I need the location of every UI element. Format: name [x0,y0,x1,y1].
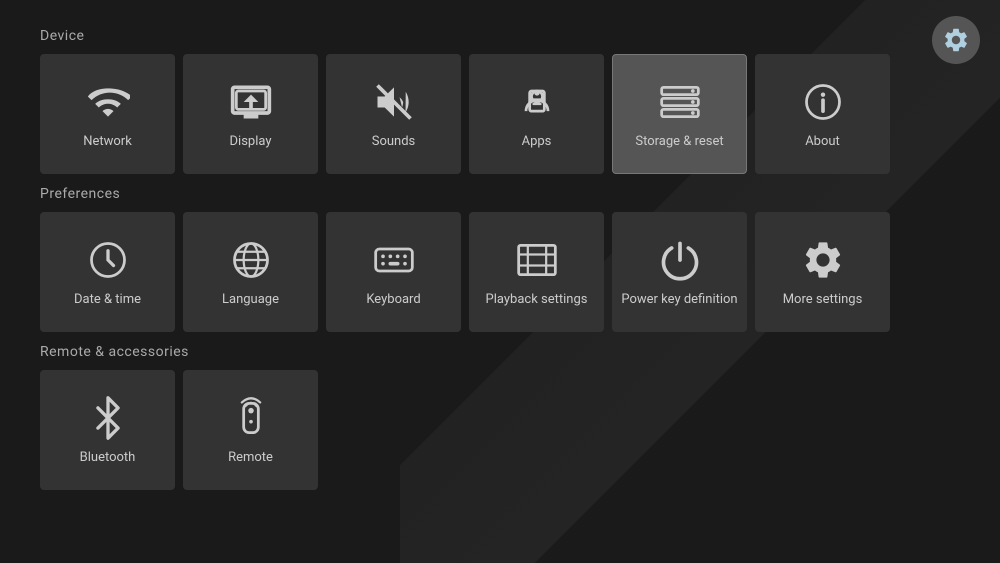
playback-icon [513,236,561,284]
tile-display-label: Display [230,134,272,150]
tile-power-key-label: Power key definition [621,292,737,308]
remote-tiles-row: Bluetooth Remote [40,370,960,490]
tile-display[interactable]: Display [183,54,318,174]
tile-power-key[interactable]: Power key definition [612,212,747,332]
tile-playback-label: Playback settings [486,292,588,308]
tile-network-label: Network [83,134,132,150]
sounds-icon [370,78,418,126]
gear-icon [942,26,970,54]
tile-storage-label: Storage & reset [635,134,723,150]
tile-remote-label: Remote [228,450,273,466]
tile-keyboard-label: Keyboard [366,292,420,308]
tile-more-settings-label: More settings [783,292,863,308]
bluetooth-icon [84,394,132,442]
clock-icon [84,236,132,284]
tile-storage-reset[interactable]: Storage & reset [612,54,747,174]
tile-language[interactable]: Language [183,212,318,332]
tile-language-label: Language [222,292,279,308]
keyboard-icon [370,236,418,284]
tile-bluetooth[interactable]: Bluetooth [40,370,175,490]
tile-about-label: About [805,134,840,150]
tile-date-time[interactable]: Date & time [40,212,175,332]
more-settings-icon [799,236,847,284]
power-icon [656,236,704,284]
wifi-icon [84,78,132,126]
tile-bluetooth-label: Bluetooth [80,450,136,466]
settings-gear-button[interactable] [932,16,980,64]
section-label-remote: Remote & accessories [40,344,960,360]
tile-date-time-label: Date & time [74,292,141,308]
about-icon [799,78,847,126]
globe-icon [227,236,275,284]
tile-sounds-label: Sounds [372,134,416,150]
tile-about[interactable]: About [755,54,890,174]
tile-apps[interactable]: Apps [469,54,604,174]
remote-icon [227,394,275,442]
tile-more-settings[interactable]: More settings [755,212,890,332]
section-label-preferences: Preferences [40,186,960,202]
tile-apps-label: Apps [522,134,552,150]
apps-icon [513,78,561,126]
tile-keyboard[interactable]: Keyboard [326,212,461,332]
tile-remote[interactable]: Remote [183,370,318,490]
tile-playback[interactable]: Playback settings [469,212,604,332]
preferences-tiles-row: Date & time Language [40,212,960,332]
tile-network[interactable]: Network [40,54,175,174]
storage-icon [656,78,704,126]
display-icon [227,78,275,126]
device-tiles-row: Network Display Sounds [40,54,960,174]
settings-page: Device Network Display Soun [0,0,1000,522]
section-label-device: Device [40,28,960,44]
tile-sounds[interactable]: Sounds [326,54,461,174]
